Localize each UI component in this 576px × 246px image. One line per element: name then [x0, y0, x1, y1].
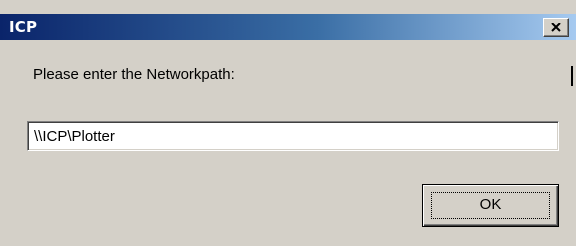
- ok-button[interactable]: OK: [422, 184, 559, 227]
- dialog-title: ICP: [9, 18, 38, 36]
- title-bar: ICP: [0, 14, 576, 40]
- close-button[interactable]: [543, 18, 569, 37]
- edge-mark: [571, 66, 573, 86]
- close-icon: [551, 23, 561, 32]
- input-dialog: ICP Please enter the Networkpath: OK: [0, 0, 576, 246]
- prompt-label: Please enter the Networkpath:: [33, 66, 235, 83]
- ok-button-label: OK: [479, 196, 502, 213]
- network-path-input[interactable]: [27, 121, 559, 151]
